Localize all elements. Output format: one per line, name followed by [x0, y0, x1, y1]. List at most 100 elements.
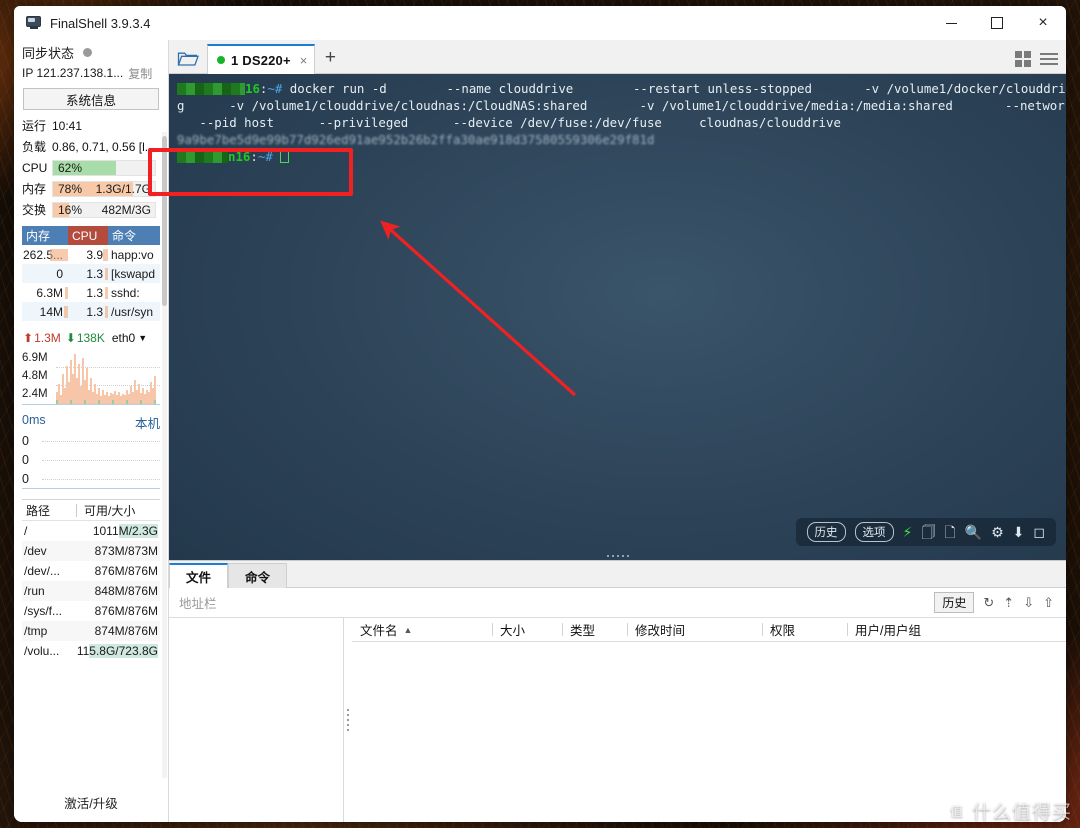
disk-size: 876M/876M — [94, 604, 158, 618]
process-command: sshd: — [111, 285, 140, 300]
upload-rate: 1.3M — [34, 331, 61, 345]
tab-files[interactable]: 文件 — [169, 563, 229, 588]
new-tab-button[interactable]: + — [315, 43, 345, 73]
process-cpu: 1.3 — [68, 286, 108, 300]
download-icon[interactable]: ⇩ — [1023, 595, 1034, 611]
memory-row: 内存 78% 1.3G/1.7G — [14, 178, 168, 199]
chevron-down-icon[interactable]: ▼ — [138, 333, 147, 343]
disk-usage-table[interactable]: 路径 可用/大小 / 1011M/2.3G/dev 873M/873M/dev/..… — [22, 499, 160, 661]
terminal-output[interactable]: 16:~# docker run -d --name clouddrive --… — [169, 74, 1066, 560]
copy-ip-button[interactable]: 复制 — [128, 65, 152, 82]
disk-path: /dev/... — [24, 564, 61, 578]
terminal-output-line: g -v /volume1/clouddrive/cloudnas:/Cloud… — [177, 98, 1066, 113]
close-button[interactable]: × — [1020, 6, 1066, 40]
disk-row[interactable]: /sys/f... 876M/876M — [22, 601, 160, 621]
maximize-button[interactable] — [974, 6, 1020, 40]
col-cpu[interactable]: CPU — [68, 226, 108, 245]
upload-icon[interactable]: ⇧ — [1043, 595, 1054, 611]
file-list-column-header[interactable]: 文件名 ▲ — [352, 618, 492, 641]
gear-icon[interactable]: ⚙ — [991, 525, 1004, 539]
col-free-size[interactable]: 可用/大小 — [77, 502, 160, 519]
search-icon[interactable]: 🔍 — [965, 525, 982, 539]
file-list-column-header[interactable]: 用户/用户组 — [847, 618, 1007, 641]
terminal-history-button[interactable]: 历史 — [806, 522, 846, 542]
cpu-meter: 62% — [52, 159, 156, 176]
address-input[interactable]: 地址栏 — [179, 593, 217, 612]
minimize-button[interactable] — [928, 6, 974, 40]
close-tab-icon[interactable]: × — [300, 53, 308, 68]
system-info-button[interactable]: 系统信息 — [23, 88, 159, 110]
window-icon[interactable]: ◻ — [1033, 525, 1045, 539]
address-bar-actions: 历史 ↻ ⇡ ⇩ ⇧ — [934, 592, 1066, 613]
col-command[interactable]: 命令 — [108, 226, 160, 245]
terminal-options-button[interactable]: 选项 — [854, 522, 894, 542]
terminal-splitter[interactable] — [169, 552, 1066, 560]
uptime-value: 10:41 — [52, 118, 83, 133]
network-traffic-graph: 6.9M 4.8M 2.4M — [22, 349, 160, 405]
hamburger-menu-icon[interactable] — [1040, 53, 1058, 65]
monitor-icon — [26, 16, 42, 30]
net-label-2: 2.4M — [22, 388, 48, 400]
col-path[interactable]: 路径 — [22, 502, 76, 519]
session-tabbar: 1 DS220+ × + — [169, 40, 1066, 74]
disk-size: 874M/876M — [94, 624, 158, 638]
net-label-0: 6.9M — [22, 352, 48, 364]
column-label: 修改时间 — [635, 624, 686, 638]
sidebar-scrollbar[interactable] — [162, 132, 167, 778]
memory-detail: 1.3G/1.7G — [95, 181, 151, 196]
disk-row[interactable]: /dev/... 876M/876M — [22, 561, 160, 581]
connection-status-dot — [217, 56, 225, 64]
file-manager-panel: 文件 命令 地址栏 历史 ↻ ⇡ ⇩ ⇧ 文件名 ▲ 大小 类型 修改时间 权限… — [169, 560, 1066, 822]
directory-tree-pane[interactable] — [169, 618, 344, 822]
memory-label: 内存 — [22, 182, 47, 196]
terminal-command-line: 16:~# docker run -d --name clouddrive --… — [177, 80, 1066, 97]
network-graph-labels: 6.9M 4.8M 2.4M — [22, 349, 48, 403]
grid-view-icon[interactable] — [1015, 51, 1031, 67]
session-tab-ds220[interactable]: 1 DS220+ × — [207, 44, 316, 74]
paste-icon[interactable]: 🗋 — [944, 525, 955, 539]
download-icon[interactable]: ⬇ — [1013, 525, 1025, 539]
file-list-pane: 文件名 ▲ 大小 类型 修改时间 权限 用户/用户组 — [352, 618, 1066, 822]
refresh-icon[interactable]: ↻ — [983, 595, 994, 611]
network-interface[interactable]: eth0 — [112, 331, 135, 345]
disk-table-rows: / 1011M/2.3G/dev 873M/873M/dev/... 876M/876… — [22, 521, 160, 661]
process-memory: 6.3M — [22, 286, 68, 300]
disk-row[interactable]: /tmp 874M/876M — [22, 621, 160, 641]
main-area: 1 DS220+ × + 16:~# docker run -d --name … — [169, 40, 1066, 822]
col-memory[interactable]: 内存 — [22, 226, 68, 245]
activate-upgrade-link[interactable]: 激活/升级 — [14, 782, 168, 822]
up-icon[interactable]: ⇡ — [1003, 595, 1014, 611]
process-table[interactable]: 内存 CPU 命令 262.5... 3.9 happ:vo 0 1.3 [kswapd 6… — [22, 226, 160, 321]
disk-row[interactable]: /volu... 115.8G/723.8G — [22, 641, 160, 661]
swap-label: 交换 — [22, 203, 47, 217]
address-bar-row: 地址栏 历史 ↻ ⇡ ⇩ ⇧ — [169, 588, 1066, 618]
net-label-1: 4.8M — [22, 370, 48, 382]
ping-target[interactable]: 本机 — [135, 413, 160, 432]
swap-row: 交换 16% 482M/3G — [14, 199, 168, 220]
disk-path: /volu... — [24, 644, 60, 658]
window-titlebar[interactable]: FinalShell 3.9.3.4 × — [14, 6, 1066, 40]
disk-row[interactable]: / 1011M/2.3G — [22, 521, 160, 541]
file-panel-splitter[interactable] — [344, 618, 352, 822]
file-list-column-header[interactable]: 修改时间 — [627, 618, 762, 641]
disk-row[interactable]: /dev 873M/873M — [22, 541, 160, 561]
process-row[interactable]: 262.5... 3.9 happ:vo — [22, 245, 160, 264]
file-history-button[interactable]: 历史 — [934, 592, 975, 613]
window-title: FinalShell 3.9.3.4 — [50, 15, 151, 31]
memory-percent: 78% — [58, 181, 83, 196]
file-list-column-header[interactable]: 大小 — [492, 618, 562, 641]
terminal-panel[interactable]: 16:~# docker run -d --name clouddrive --… — [169, 74, 1066, 560]
bolt-icon[interactable]: ⚡ — [903, 525, 913, 539]
tab-commands[interactable]: 命令 — [228, 563, 288, 588]
session-tab-label: 1 DS220+ — [231, 52, 291, 68]
copy-icon[interactable]: 🗍 — [921, 525, 935, 539]
process-row[interactable]: 14M 1.3/usr/syn — [22, 302, 160, 321]
file-list-column-header[interactable]: 类型 — [562, 618, 627, 641]
file-list-body[interactable] — [352, 642, 1066, 822]
disk-row[interactable]: /run 848M/876M — [22, 581, 160, 601]
process-row[interactable]: 6.3M 1.3 sshd: — [22, 283, 160, 302]
file-list-column-header[interactable]: 权限 — [762, 618, 847, 641]
process-memory: 262.5... — [22, 248, 68, 262]
open-folder-icon[interactable] — [169, 43, 207, 73]
process-row[interactable]: 0 1.3 [kswapd — [22, 264, 160, 283]
